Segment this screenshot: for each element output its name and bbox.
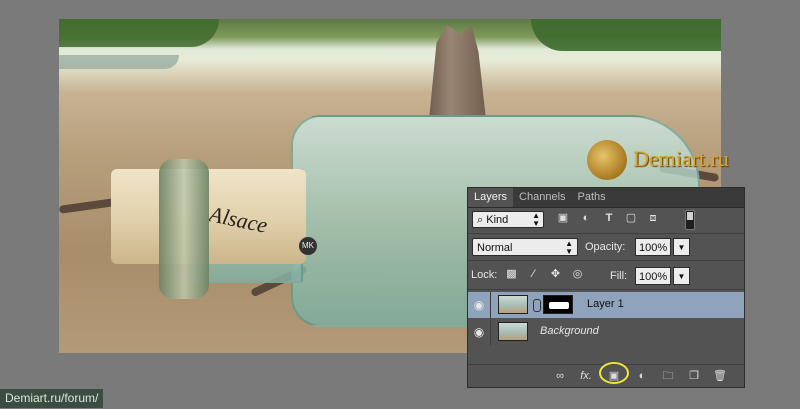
layer-name[interactable]: Layer 1: [587, 298, 624, 310]
trees-right: [531, 19, 721, 51]
trash-icon[interactable]: 🗑: [712, 369, 728, 383]
filter-kind-select[interactable]: ⌕ Kind ▲ ▼: [472, 211, 544, 228]
fill-dropdown-icon[interactable]: ▼: [673, 267, 690, 285]
adjustment-layer-icon[interactable]: ◐: [634, 369, 650, 383]
watermark-text: Demiart.ru: [633, 146, 729, 171]
pixel-filter-icon[interactable]: ▣: [556, 211, 570, 225]
lock-transparency-icon[interactable]: ▩: [505, 268, 518, 281]
lock-paint-brush-icon[interactable]: ∕: [527, 268, 540, 281]
lock-label: Lock:: [471, 269, 498, 281]
filter-kind-label: Kind: [486, 214, 509, 226]
shape-filter-icon[interactable]: ▢: [624, 211, 638, 225]
opacity-label: Opacity:: [585, 241, 626, 253]
opacity-input[interactable]: 100%: [635, 238, 671, 256]
opacity-dropdown-icon[interactable]: ▼: [673, 238, 690, 256]
layers-panel: Layers Channels Paths ⌕ Kind ▲ ▼ ▣ ◐ T ▢ …: [467, 187, 745, 388]
updown-arrows-icon: ▲ ▼: [565, 239, 573, 256]
group-folder-icon[interactable]: 🗀: [660, 369, 676, 383]
link-layers-icon[interactable]: ∞: [552, 369, 568, 383]
new-layer-icon[interactable]: ❐: [686, 369, 702, 383]
updown-arrows-icon: ▲ ▼: [532, 211, 540, 228]
adjustment-filter-icon[interactable]: ◐: [579, 211, 593, 225]
layer-mask-thumbnail[interactable]: [543, 295, 573, 314]
river: [59, 55, 179, 69]
fill-input[interactable]: 100%: [635, 267, 671, 285]
highlight-circle: [599, 362, 629, 384]
lock-row: Lock: ▩ ∕ ✥ ◎ Fill: 100% ▼: [468, 263, 744, 287]
blend-mode-value: Normal: [477, 242, 513, 254]
blend-mode-select[interactable]: Normal ▲ ▼: [472, 238, 578, 256]
layers-bottom-toolbar: ∞ fx. ▣ ◐ 🗀 ❐ 🗑: [468, 362, 744, 387]
search-icon: ⌕: [477, 214, 484, 226]
smart-object-filter-icon[interactable]: ⧈: [646, 211, 660, 225]
filter-row: ⌕ Kind ▲ ▼ ▣ ◐ T ▢ ⧈: [468, 208, 744, 232]
panel-tabs: Layers Channels Paths: [468, 188, 744, 208]
layer-name[interactable]: Background: [540, 325, 599, 337]
eye-icon[interactable]: ◉: [472, 298, 486, 312]
eye-icon[interactable]: ◉: [472, 325, 486, 339]
divider: [468, 289, 744, 290]
lock-all-padlock-icon[interactable]: ◎: [571, 268, 584, 281]
tab-channels[interactable]: Channels: [513, 188, 571, 207]
background-thumbnail[interactable]: [498, 322, 528, 341]
fill-label: Fill:: [610, 270, 628, 282]
bottle-lip: [159, 159, 209, 299]
filter-toggle[interactable]: [685, 210, 695, 230]
divider: [468, 260, 744, 261]
layer-thumbnail[interactable]: [498, 295, 528, 314]
layer-row-background[interactable]: ◉ Background: [468, 319, 744, 345]
blend-row: Normal ▲ ▼ Opacity: 100% ▼: [468, 235, 744, 259]
trees-left: [59, 19, 219, 47]
fx-icon[interactable]: fx.: [578, 369, 594, 383]
forum-link[interactable]: Demiart.ru/forum/: [0, 389, 104, 408]
lock-position-move-icon[interactable]: ✥: [549, 268, 562, 281]
cork-badge: MK: [299, 237, 317, 255]
mask-link-chain-icon[interactable]: [533, 299, 541, 312]
type-filter-icon[interactable]: T: [602, 211, 616, 225]
tab-layers[interactable]: Layers: [468, 188, 514, 207]
divider: [468, 233, 744, 234]
tab-paths[interactable]: Paths: [572, 188, 612, 207]
layer-row-layer-1[interactable]: ◉ Layer 1: [468, 292, 744, 318]
watermark-logo-icon: [587, 140, 627, 180]
